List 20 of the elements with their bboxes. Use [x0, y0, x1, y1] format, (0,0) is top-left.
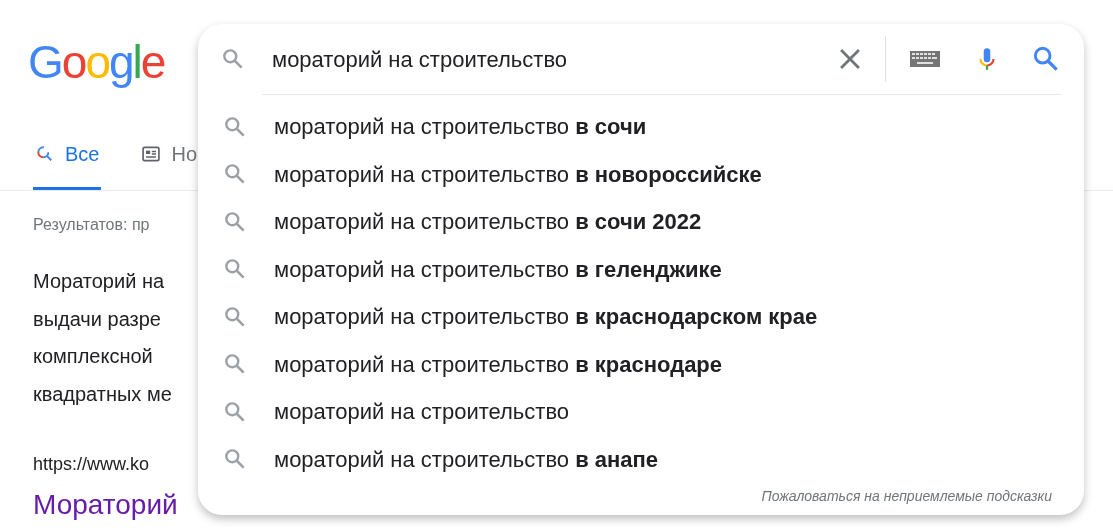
suggestion[interactable]: мораторий на строительство в анапе [248, 442, 659, 476]
report-link[interactable]: Пожаловаться на неприемлемые подсказки [761, 486, 1052, 507]
results-count: Результатов: пр [33, 215, 150, 235]
result-title-link[interactable]: Мораторий [33, 484, 178, 526]
suggestion[interactable]: мораторий на строительство в сочи 2022 [248, 205, 702, 239]
snippet-text: выдачи разре [33, 306, 161, 332]
suggestion[interactable]: мораторий на строительство в сочи [248, 110, 647, 144]
logo: Google [28, 35, 165, 90]
suggestion[interactable]: мораторий на строительство в краснодаре [248, 347, 723, 381]
suggestion[interactable]: мораторий на строительство в краснодарском крае [248, 300, 818, 334]
search-field[interactable]: мораторий на строительство [246, 42, 833, 76]
snippet-text: комплексной [33, 344, 153, 369]
result-url: https://www.ko [33, 453, 150, 476]
suggestion[interactable]: мораторий на строительство в геленджике [248, 252, 722, 286]
suggestion[interactable]: мораторий на строительство в новороссийске [248, 157, 762, 191]
snippet-text: Мораторий на [33, 269, 165, 294]
tab[interactable]: Но [139, 120, 200, 190]
suggestion[interactable]: мораторий на строительство [248, 395, 570, 429]
tab[interactable]: Все [33, 120, 102, 190]
snippet-text: квадратных ме [33, 381, 172, 407]
